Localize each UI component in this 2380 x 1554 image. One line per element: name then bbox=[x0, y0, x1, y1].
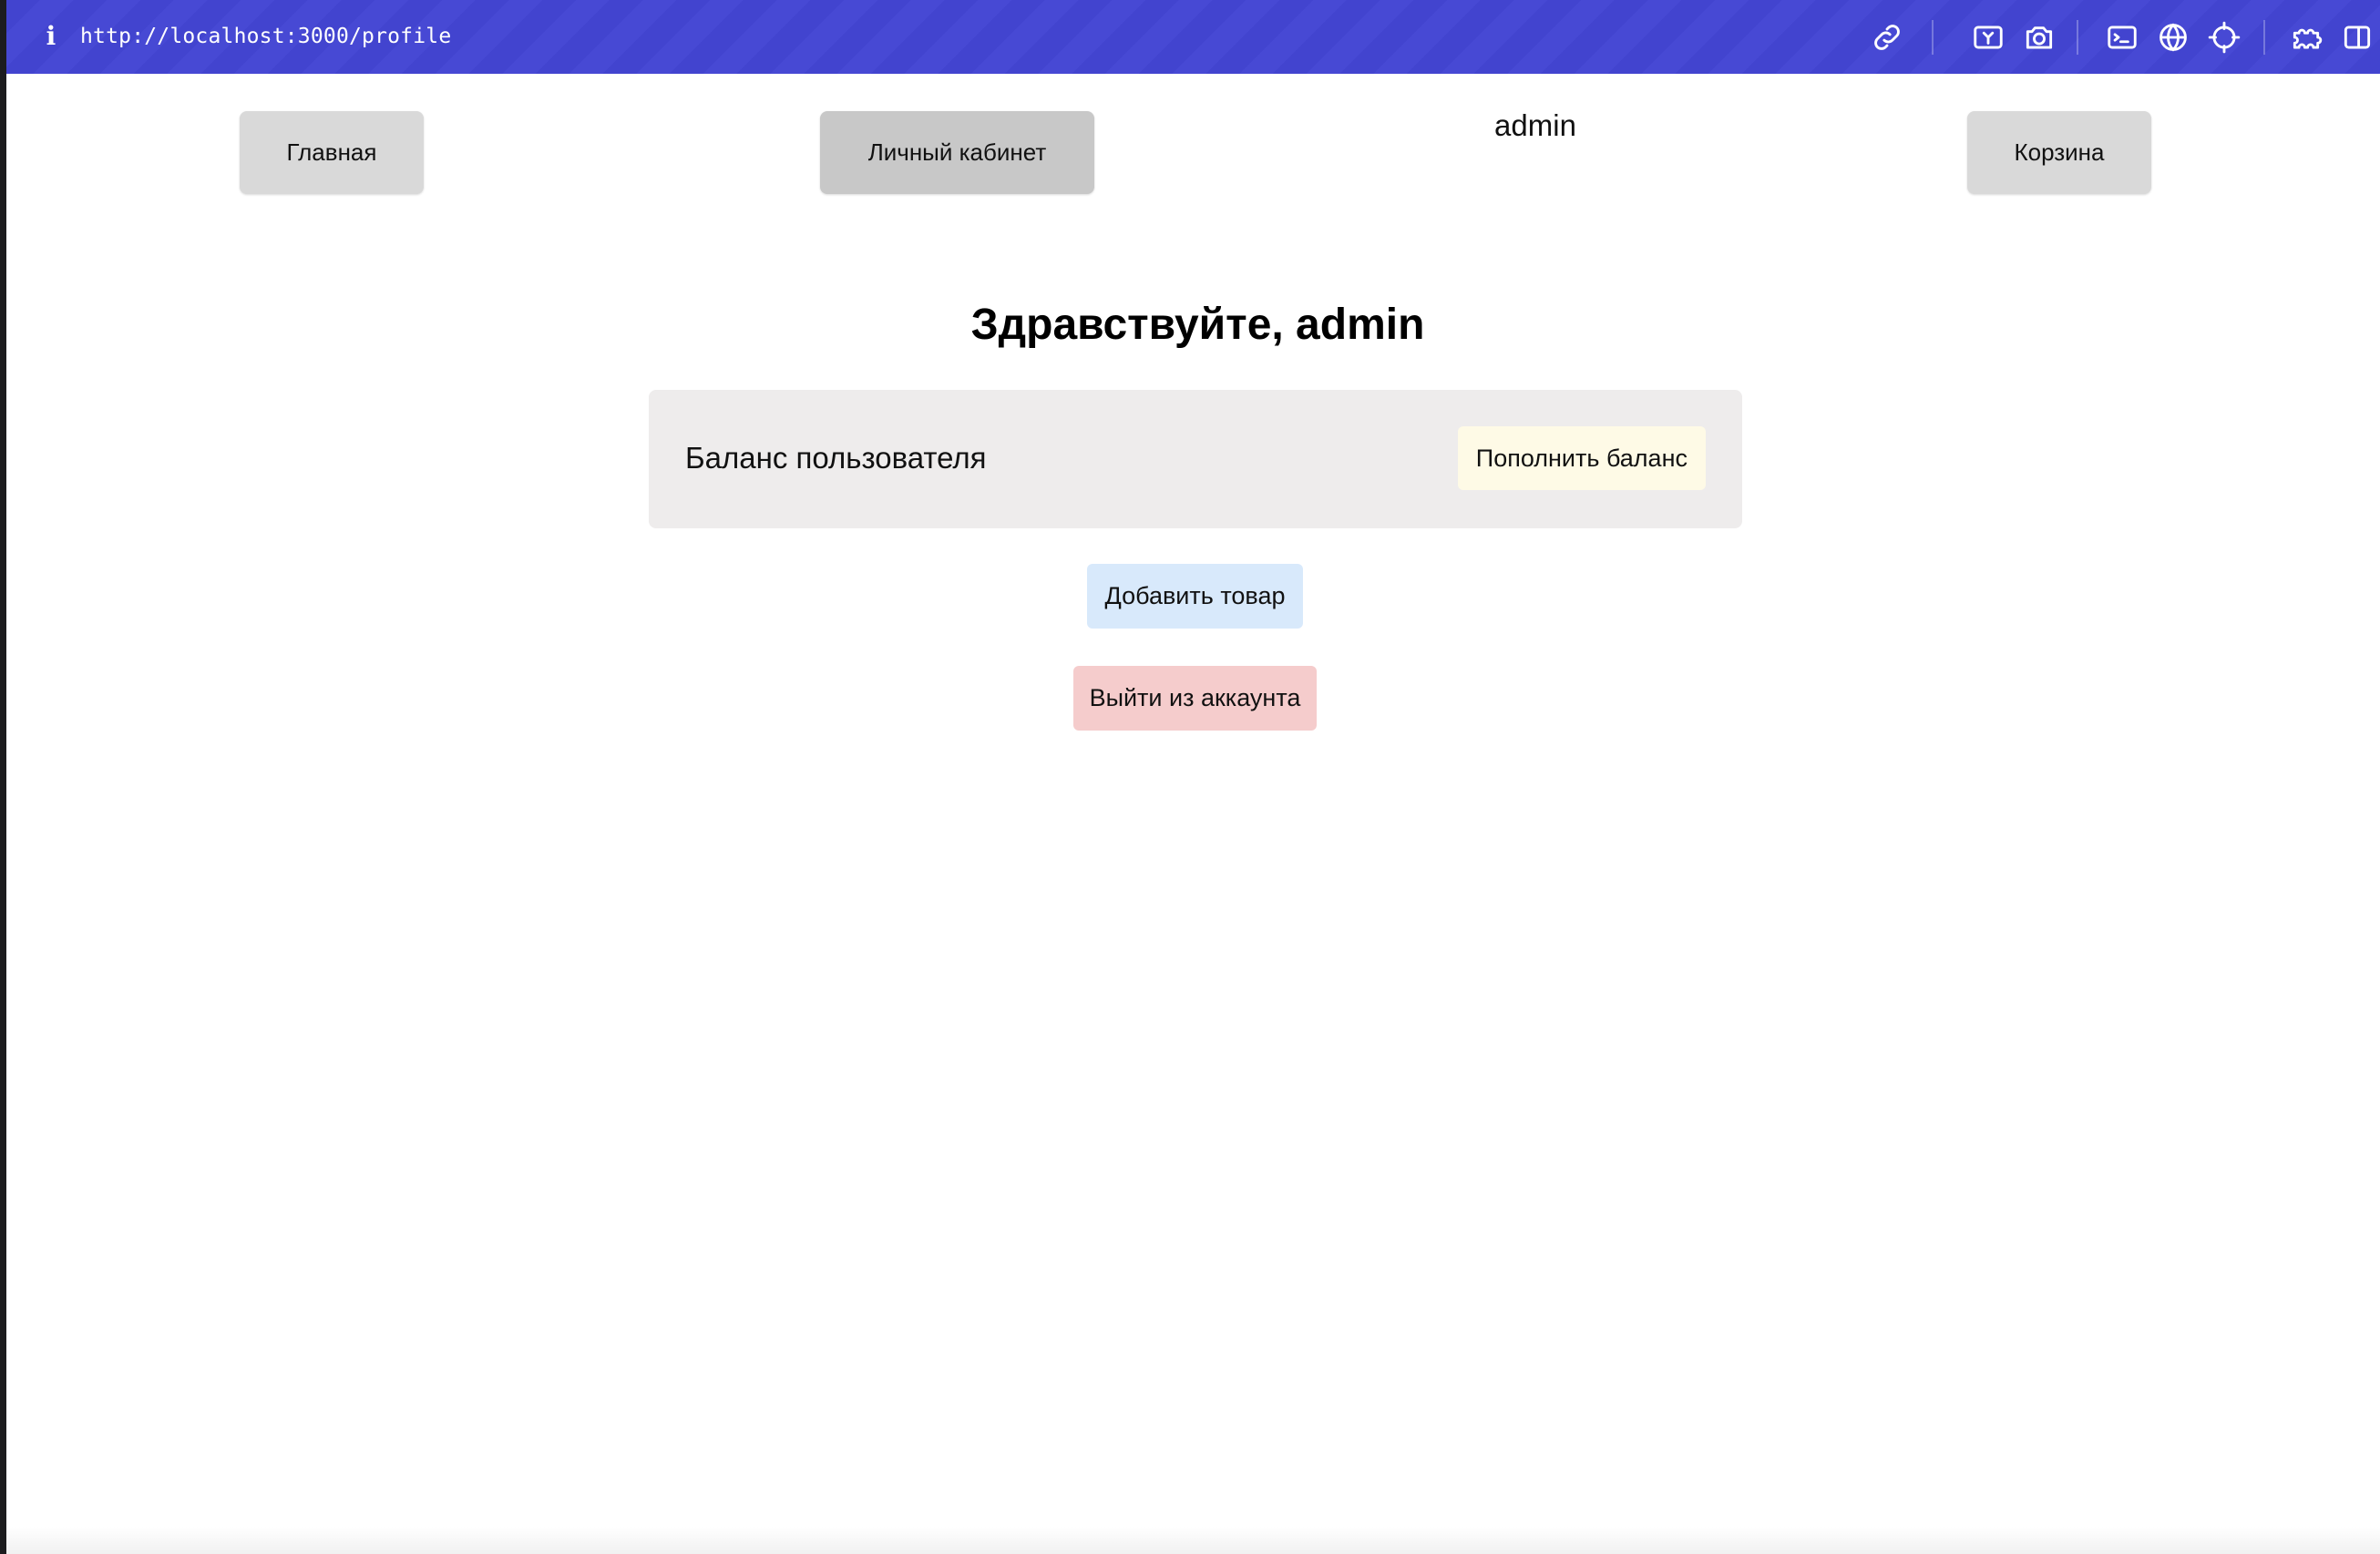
page-title: Здравствуйте, admin bbox=[6, 300, 2380, 350]
info-icon[interactable]: i bbox=[39, 20, 63, 53]
camera-icon[interactable] bbox=[2022, 20, 2057, 55]
link-icon[interactable] bbox=[1870, 20, 1904, 55]
sidebar-icon[interactable] bbox=[2340, 20, 2375, 55]
greeting-text: Здравствуйте, admin bbox=[970, 301, 1425, 349]
toolbar-divider bbox=[2077, 20, 2078, 55]
toolbar-divider bbox=[2263, 20, 2265, 55]
browser-window: i http://localhost:3000/profile Главная … bbox=[6, 0, 2380, 1554]
nav-home-button[interactable]: Главная bbox=[240, 111, 424, 194]
nav-cart-button[interactable]: Корзина bbox=[1967, 111, 2151, 194]
balance-card: Баланс пользователя Пополнить баланс bbox=[649, 390, 1742, 528]
nav-profile-button[interactable]: Личный кабинет bbox=[820, 111, 1094, 194]
url-bar[interactable]: http://localhost:3000/profile bbox=[80, 20, 451, 53]
terminal-icon[interactable] bbox=[2105, 20, 2139, 55]
balance-label: Баланс пользователя bbox=[685, 441, 987, 475]
toolbar-divider bbox=[1932, 20, 1934, 55]
window-bottom-edge bbox=[6, 1527, 2380, 1554]
screenshot-area-icon[interactable] bbox=[1971, 20, 2006, 55]
extensions-icon[interactable] bbox=[2289, 20, 2324, 55]
logout-button[interactable]: Выйти из аккаунта bbox=[1073, 666, 1317, 731]
topup-balance-button[interactable]: Пополнить баланс bbox=[1457, 426, 1706, 490]
globe-icon[interactable] bbox=[2156, 20, 2190, 55]
add-product-button[interactable]: Добавить товар bbox=[1087, 564, 1303, 629]
page-content: Главная Личный кабинет admin Корзина Здр… bbox=[6, 74, 2380, 1554]
browser-toolbar: i http://localhost:3000/profile bbox=[6, 0, 2380, 74]
crosshair-icon[interactable] bbox=[2207, 20, 2242, 55]
nav-username: admin bbox=[1494, 108, 1576, 142]
